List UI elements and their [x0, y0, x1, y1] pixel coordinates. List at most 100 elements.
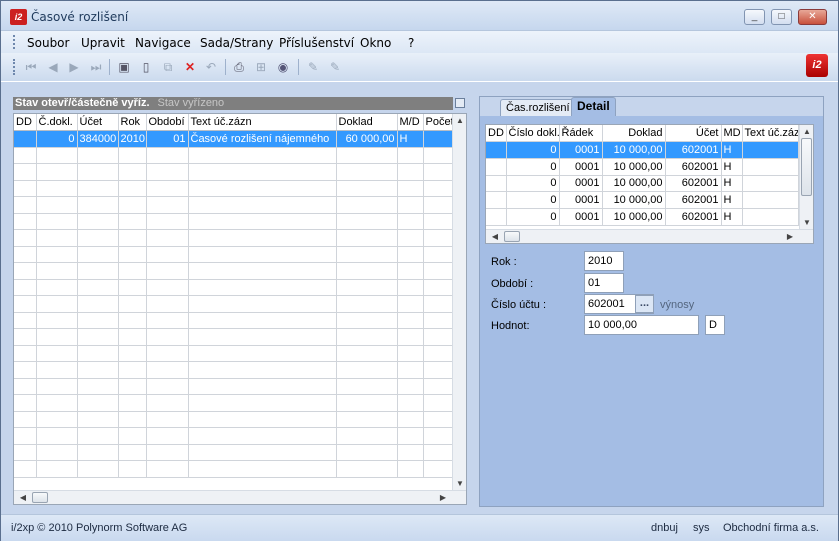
menu-help[interactable]: ? — [408, 36, 414, 50]
state-closed-label[interactable]: Stav vyřízeno — [158, 97, 225, 109]
last-record-icon[interactable]: ⏭ — [88, 59, 104, 75]
col-rok[interactable]: Rok — [118, 114, 147, 131]
scroll-thumb[interactable] — [801, 138, 812, 196]
records-grid[interactable]: DD Č.dokl. Účet Rok Období Text úč.zázn … — [13, 113, 467, 505]
table-row[interactable] — [14, 295, 455, 313]
table-row[interactable] — [14, 163, 455, 181]
gear-icon[interactable]: ◉ — [275, 59, 291, 75]
rcol-dd[interactable]: DD — [486, 125, 507, 143]
cell: H — [721, 158, 743, 176]
col-cdokl[interactable]: Č.dokl. — [36, 114, 78, 131]
scroll-up-icon[interactable]: ▲ — [453, 116, 466, 125]
col-text[interactable]: Text úč.zázn — [188, 114, 337, 131]
scroll-left-icon[interactable]: ◀ — [16, 493, 30, 502]
scroll-down-icon[interactable]: ▼ — [453, 479, 466, 488]
table-row[interactable] — [14, 411, 455, 428]
cell — [336, 378, 398, 395]
scroll-down-icon[interactable]: ▼ — [800, 218, 813, 227]
edit-icon[interactable]: ✎ — [305, 59, 321, 75]
ucet-lookup-button[interactable]: ... — [635, 295, 654, 313]
scroll-thumb[interactable] — [32, 492, 48, 503]
scroll-right-icon[interactable]: ▶ — [783, 232, 797, 241]
cell — [336, 444, 398, 461]
col-dd[interactable]: DD — [14, 114, 37, 131]
rcol-cislo[interactable]: Číslo dokl. — [506, 125, 560, 143]
table-row[interactable] — [14, 378, 455, 395]
table-row[interactable] — [14, 279, 455, 296]
state-open-label[interactable]: Stav otevř/částečně vyříz. — [15, 97, 150, 109]
table-row[interactable] — [14, 180, 455, 197]
close-button[interactable]: ✕ — [798, 9, 827, 25]
col-obdobi[interactable]: Období — [146, 114, 189, 131]
maximize-button[interactable]: □ — [771, 9, 792, 25]
rcol-ucet[interactable]: Účet — [665, 125, 722, 143]
table-row[interactable] — [14, 262, 455, 280]
hodnot-field[interactable]: 10 000,00 — [584, 315, 699, 335]
tab-detail[interactable]: Detail — [571, 97, 616, 116]
menu-sada-strany[interactable]: Sada/Strany — [200, 36, 273, 50]
scroll-thumb[interactable] — [504, 231, 520, 242]
toolbar: ⏮ ◀ ▶ ⏭ ▣ ▯ ⧉ ✕ ↶ ⎙ ⊞ ◉ ✎ ✎ — [1, 53, 838, 81]
table-row[interactable] — [14, 312, 455, 329]
col-doklad[interactable]: Doklad — [336, 114, 398, 131]
scroll-up-icon[interactable]: ▲ — [800, 127, 813, 136]
left-vertical-scrollbar[interactable]: ▲ ▼ — [452, 114, 466, 490]
next-record-icon[interactable]: ▶ — [66, 59, 82, 75]
save-icon[interactable]: ▣ — [116, 59, 132, 75]
rcol-radek[interactable]: Řádek — [559, 125, 603, 143]
tree-icon[interactable]: ⊞ — [253, 59, 269, 75]
rcol-md[interactable]: MD — [721, 125, 743, 143]
table-row[interactable] — [14, 328, 455, 346]
new-document-icon[interactable]: ▯ — [138, 59, 154, 75]
detail-grid[interactable]: DD Číslo dokl. Řádek Doklad Účet MD Text… — [485, 124, 814, 244]
table-row[interactable]: 0 0001 10 000,00 602001 H — [486, 141, 799, 159]
tab-cas-rozliseni[interactable]: Čas.rozlišení — [500, 99, 576, 116]
table-row[interactable] — [14, 229, 455, 247]
table-row[interactable] — [14, 196, 455, 214]
table-row[interactable]: 0 384000 2010 01 Časové rozlišení nájemn… — [14, 130, 455, 148]
panel-options-icon[interactable] — [455, 98, 465, 108]
right-vertical-scrollbar[interactable]: ▲ ▼ — [799, 125, 813, 229]
rcol-doklad[interactable]: Doklad — [602, 125, 666, 143]
menu-prislusenstvi[interactable]: Příslušenství — [279, 36, 354, 50]
table-row[interactable] — [14, 213, 455, 230]
menu-upravit[interactable]: Upravit — [81, 36, 125, 50]
rcol-text[interactable]: Text úč.záz — [742, 125, 799, 143]
table-row[interactable] — [14, 361, 455, 379]
menu-soubor[interactable]: Soubor — [27, 36, 69, 50]
table-row[interactable] — [14, 246, 455, 263]
col-md[interactable]: M/D — [397, 114, 424, 131]
menu-navigace[interactable]: Navigace — [135, 36, 191, 50]
table-row[interactable]: 0 0001 10 000,00 602001 H — [486, 158, 799, 176]
table-row[interactable]: 0 0001 10 000,00 602001 H — [486, 191, 799, 209]
table-row[interactable] — [14, 394, 455, 412]
obdobi-field[interactable]: 01 — [584, 273, 624, 293]
col-pocet[interactable]: Počet — [423, 114, 455, 131]
col-ucet[interactable]: Účet — [77, 114, 119, 131]
right-panel: Čas.rozlišení Detail DD Číslo dokl. Řáde… — [479, 96, 824, 507]
minimize-button[interactable]: _ — [744, 9, 765, 25]
scroll-right-icon[interactable]: ▶ — [436, 493, 450, 502]
table-row[interactable] — [14, 147, 455, 164]
table-row[interactable]: 0 0001 10 000,00 602001 H — [486, 208, 799, 226]
left-horizontal-scrollbar[interactable]: ◀ ▶ — [14, 490, 466, 504]
prev-record-icon[interactable]: ◀ — [45, 59, 61, 75]
table-row[interactable] — [14, 444, 455, 461]
table-row[interactable]: 0 0001 10 000,00 602001 H — [486, 175, 799, 193]
table-row[interactable] — [14, 345, 455, 362]
edit-alt-icon[interactable]: ✎ — [327, 59, 343, 75]
copy-icon[interactable]: ⧉ — [160, 59, 176, 75]
print-icon[interactable]: ⎙ — [231, 59, 247, 75]
cell — [423, 196, 455, 214]
first-record-icon[interactable]: ⏮ — [23, 59, 39, 75]
cell — [397, 361, 424, 379]
menu-okno[interactable]: Okno — [360, 36, 391, 50]
rok-field[interactable]: 2010 — [584, 251, 624, 271]
table-row[interactable] — [14, 460, 455, 478]
right-horizontal-scrollbar[interactable]: ◀ ▶ — [486, 229, 813, 243]
delete-icon[interactable]: ✕ — [182, 59, 198, 75]
md-field[interactable]: D — [705, 315, 725, 335]
scroll-left-icon[interactable]: ◀ — [488, 232, 502, 241]
table-row[interactable] — [14, 427, 455, 445]
undo-icon[interactable]: ↶ — [203, 59, 219, 75]
